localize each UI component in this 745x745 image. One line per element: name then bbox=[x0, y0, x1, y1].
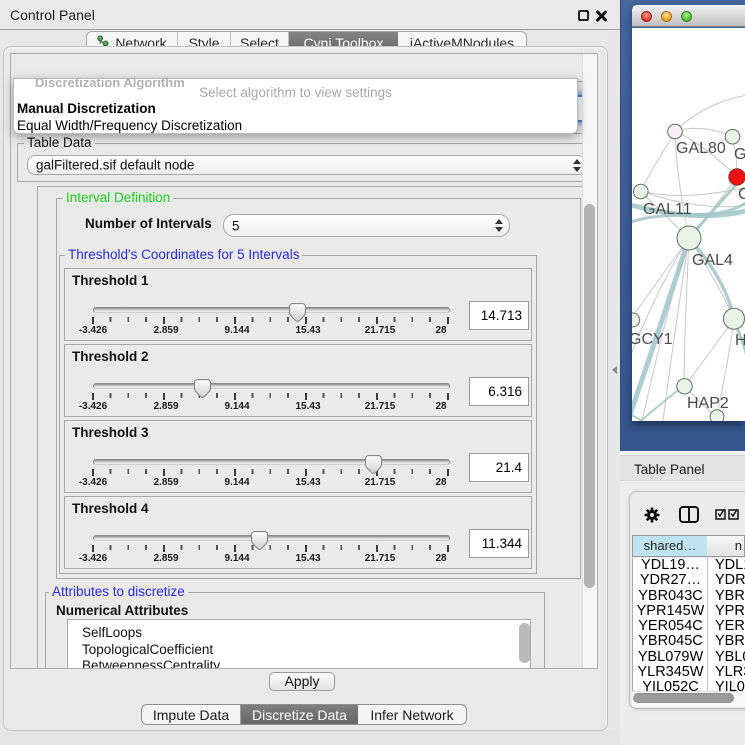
svg-text:C: C bbox=[738, 186, 745, 203]
svg-text:G.: G. bbox=[734, 146, 745, 163]
svg-text:GAL80: GAL80 bbox=[676, 140, 726, 157]
svg-text:GAL4: GAL4 bbox=[692, 252, 733, 269]
svg-text:GAL11: GAL11 bbox=[643, 201, 692, 218]
svg-text:HAP2: HAP2 bbox=[687, 395, 729, 412]
svg-text:GCY1: GCY1 bbox=[632, 331, 673, 348]
svg-text:H: H bbox=[735, 332, 745, 349]
